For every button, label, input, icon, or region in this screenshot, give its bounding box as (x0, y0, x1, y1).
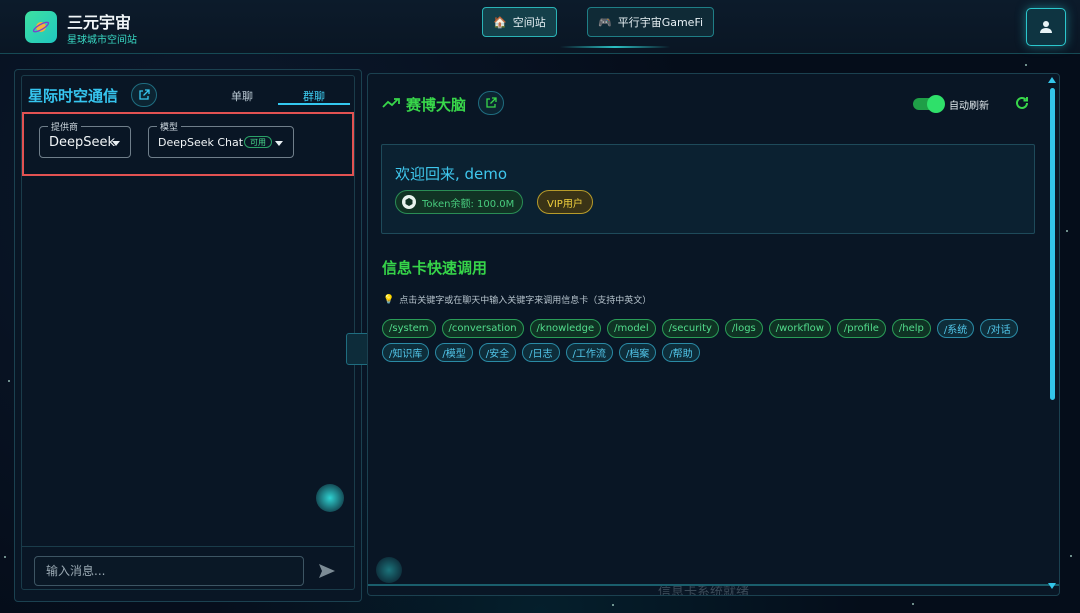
provider-value: DeepSeek (49, 135, 116, 150)
chevron-down-icon (112, 141, 120, 146)
star (1025, 64, 1027, 66)
star (4, 556, 6, 558)
keyword-tag[interactable]: /system (382, 319, 436, 338)
glow-orb (376, 557, 402, 583)
provider-legend: 提供商 (48, 120, 82, 133)
send-icon (319, 564, 335, 578)
tab-single-chat[interactable]: 单聊 (231, 88, 253, 104)
provider-select[interactable]: 提供商 DeepSeek (39, 120, 131, 158)
keyword-tag[interactable]: /工作流 (565, 343, 613, 362)
star (1066, 230, 1068, 232)
model-value: DeepSeek Chat (158, 136, 244, 149)
auto-refresh-label: 自动刷新 (949, 101, 989, 112)
glow-orb (316, 484, 344, 512)
station-icon: 🏠 (493, 15, 507, 29)
scroll-up-icon[interactable] (1048, 77, 1056, 83)
planet-icon (32, 21, 50, 33)
keyword-tag[interactable]: /workflow (768, 319, 831, 338)
app-subtitle: 星球城市空间站 (67, 35, 137, 46)
message-input[interactable] (34, 556, 304, 586)
keyword-tag[interactable]: /安全 (478, 343, 517, 362)
nav-glow-line (560, 46, 670, 48)
keyword-tag[interactable]: /系统 (936, 319, 975, 338)
top-header: 三元宇宙 星球城市空间站 🏠 空间站 🎮 平行宇宙GameFi (0, 0, 1080, 54)
keyword-tag[interactable]: /security (661, 319, 719, 338)
open-external-button[interactable] (478, 91, 504, 115)
welcome-text: 欢迎回来, demo (395, 165, 508, 183)
brain-panel-title: 赛博大脑 (406, 96, 467, 114)
external-link-icon (139, 89, 150, 100)
star (8, 380, 10, 382)
keyword-tag[interactable]: /日志 (522, 343, 560, 362)
lightbulb-icon: 💡 (383, 294, 395, 305)
app-logo[interactable] (25, 11, 57, 43)
quick-card-title: 信息卡快速调用 (382, 259, 488, 277)
tab-group-chat[interactable]: 群聊 (303, 88, 325, 104)
keyword-tag[interactable]: /模型 (435, 343, 473, 362)
app-title: 三元宇宙 (67, 13, 132, 32)
star (1070, 555, 1072, 557)
user-menu-button[interactable] (1026, 8, 1066, 46)
gamepad-icon: 🎮 (598, 15, 612, 29)
star (912, 603, 914, 605)
keyword-tag[interactable]: /conversation (441, 319, 524, 338)
chevron-down-icon (275, 141, 283, 146)
nav-parallel-gamefi[interactable]: 🎮 平行宇宙GameFi (587, 7, 715, 37)
send-button[interactable] (315, 559, 339, 583)
keyword-tag[interactable]: /logs (724, 319, 763, 338)
nav-label: 空间站 (512, 16, 546, 29)
user-icon (1040, 21, 1052, 33)
hint-text: 点击关键字或在聊天中输入关键字来调用信息卡（支持中英文） (399, 296, 652, 306)
input-divider (22, 546, 354, 547)
model-select[interactable]: 模型 DeepSeek Chat 可用 (148, 120, 294, 158)
welcome-card: 欢迎回来, demo Token余额: 100.0M VIP用户 (381, 144, 1035, 234)
refresh-icon[interactable] (1014, 95, 1030, 111)
hint-text-row: 💡 点击关键字或在聊天中输入关键字来调用信息卡（支持中英文） (383, 293, 652, 307)
keyword-tag[interactable]: /knowledge (529, 319, 602, 338)
auto-refresh-toggle[interactable] (913, 95, 945, 113)
chat-panel-inner: 星际时空通信 单聊 群聊 提供商 DeepSeek 模型 DeepSeek Ch… (21, 75, 355, 590)
nav-label: 平行宇宙GameFi (617, 16, 704, 29)
keyword-tag[interactable]: /知识库 (382, 343, 430, 362)
cube-icon (402, 195, 416, 209)
vip-badge: VIP用户 (537, 190, 593, 214)
available-badge: 可用 (244, 136, 272, 148)
keyword-tag[interactable]: /帮助 (662, 343, 700, 362)
model-legend: 模型 (157, 120, 182, 133)
keyword-tag[interactable]: /help (891, 319, 931, 338)
keyword-tag[interactable]: /对话 (980, 319, 1018, 338)
nav-space-station[interactable]: 🏠 空间站 (482, 7, 557, 37)
active-tab-indicator (278, 103, 350, 105)
scroll-down-icon[interactable] (1048, 583, 1056, 589)
cyber-brain-panel: 赛博大脑 自动刷新 欢迎回来, demo Token余额: 100.0M VIP… (367, 73, 1060, 596)
scrollbar-thumb[interactable] (1050, 88, 1055, 400)
external-link-icon (486, 97, 497, 108)
chat-panel-title: 星际时空通信 (28, 87, 119, 105)
keyword-tag-list: /system/conversation/knowledge/model/sec… (382, 319, 1022, 362)
trending-up-icon (382, 98, 400, 108)
toggle-knob (927, 95, 945, 113)
star (612, 604, 614, 606)
open-external-button[interactable] (131, 83, 157, 107)
panel-bottom-line (368, 584, 1059, 586)
chat-panel: 星际时空通信 单聊 群聊 提供商 DeepSeek 模型 DeepSeek Ch… (14, 69, 362, 602)
token-balance-text: Token余额: 100.0M (422, 198, 515, 210)
keyword-tag[interactable]: /model (607, 319, 656, 338)
token-balance-badge: Token余额: 100.0M (395, 190, 524, 214)
keyword-tag[interactable]: /profile (836, 319, 886, 338)
keyword-tag[interactable]: /档案 (618, 343, 657, 362)
